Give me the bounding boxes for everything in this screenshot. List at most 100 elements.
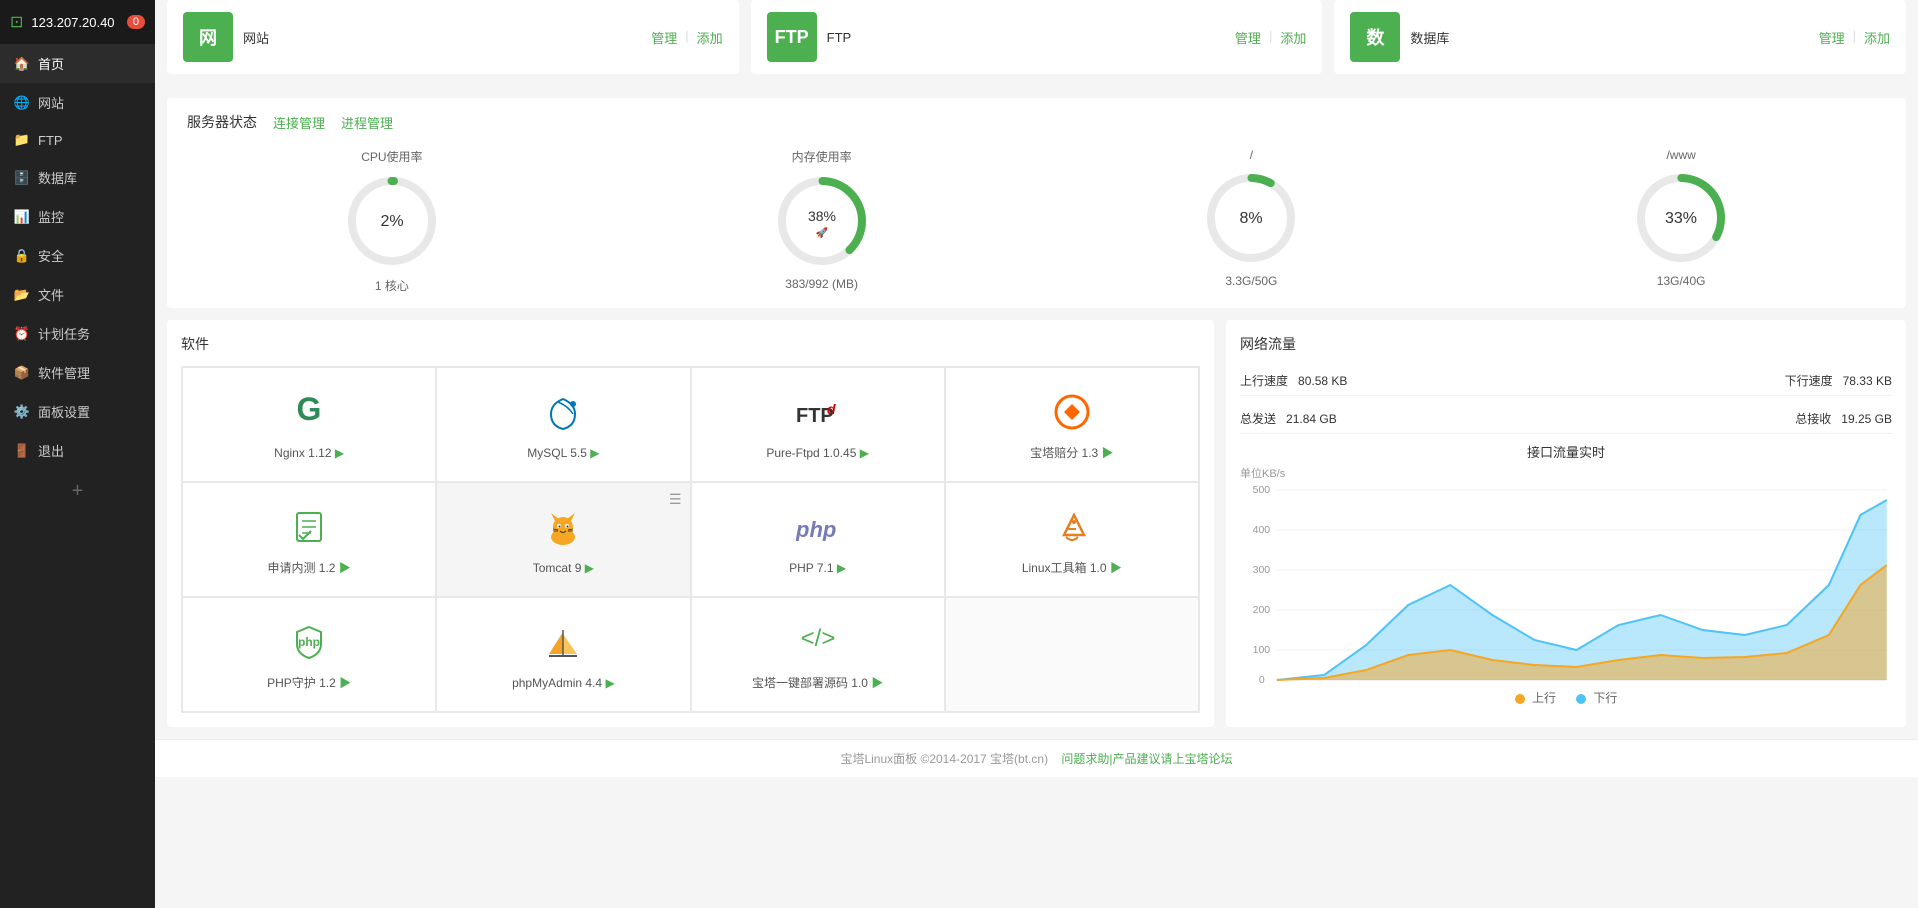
sidebar-label-ftp: FTP — [38, 133, 63, 148]
svg-text:500: 500 — [1253, 485, 1271, 496]
files-icon: 📂 — [14, 287, 30, 303]
svg-text:</>: </> — [800, 625, 835, 652]
software-item-bt[interactable]: 宝塔赔分 1.3 ▶ — [945, 367, 1199, 482]
add-icon: + — [72, 480, 84, 503]
software-item-ftpd[interactable]: FTP d Pure-Ftpd 1.0.45 ▶ — [691, 367, 945, 482]
ftp-sep: | — [1269, 28, 1272, 47]
memory-label: 内存使用率 — [792, 148, 852, 165]
sidebar-label-files: 文件 — [38, 285, 64, 304]
svg-text:100: 100 — [1253, 645, 1271, 656]
software-item-php[interactable]: php PHP 7.1 ▶ — [691, 482, 945, 597]
sidebar-item-database[interactable]: 🗄️ 数据库 — [0, 158, 155, 197]
software-item-phpmyadmin[interactable]: phpMyAdmin 4.4 ▶ — [436, 597, 690, 712]
ftp-card-icon: FTP — [767, 12, 817, 62]
disk-www-gauge-svg: 33% — [1631, 168, 1731, 268]
upload-dot — [1515, 694, 1525, 704]
mysql-name: MySQL 5.5 ▶ — [527, 446, 599, 460]
disk-www-gauge: /www 33% 13G/40G — [1631, 148, 1731, 294]
svg-text:38%: 38% — [808, 208, 836, 224]
chart-unit: 单位KB/s — [1240, 465, 1892, 481]
monitor-icon: ⊡ — [10, 12, 23, 32]
software-item-tomcat[interactable]: ☰ — [436, 482, 690, 597]
download-speed: 下行速度 78.33 KB — [1785, 372, 1892, 389]
disk-www-sub: 13G/40G — [1657, 274, 1706, 288]
svg-text:200: 200 — [1253, 605, 1271, 616]
sidebar-item-files[interactable]: 📂 文件 — [0, 275, 155, 314]
upload-speed: 上行速度 80.58 KB — [1240, 372, 1347, 389]
cpu-sub: 1 核心 — [375, 277, 409, 294]
bottom-content: 软件 G Nginx 1.12 ▶ — [167, 320, 1906, 727]
software-item-nginx[interactable]: G Nginx 1.12 ▶ — [182, 367, 436, 482]
ftp-card: FTP FTP 管理 | 添加 — [751, 0, 1323, 74]
phpguard-name: PHP守护 1.2 ▶ — [267, 674, 351, 691]
network-title: 网络流量 — [1240, 334, 1892, 354]
software-item-mysql[interactable]: MySQL 5.5 ▶ — [436, 367, 690, 482]
sidebar-item-cron[interactable]: ⏰ 计划任务 — [0, 314, 155, 353]
sidebar-label-home: 首页 — [38, 54, 64, 73]
db-sep: | — [1853, 28, 1856, 47]
phpguard-icon: php — [285, 618, 333, 666]
sidebar: ⊡ 123.207.20.40 0 🏠 首页 🌐 网站 📁 FTP 🗄️ 数据库… — [0, 0, 155, 908]
legend-upload: 上行 — [1515, 689, 1556, 706]
db-manage-link[interactable]: 管理 — [1819, 28, 1845, 47]
sidebar-label-logout: 退出 — [38, 441, 64, 460]
upload-label: 上行速度 — [1240, 374, 1288, 388]
disk-root-gauge-svg: 8% — [1201, 168, 1301, 268]
phpmyadmin-name: phpMyAdmin 4.4 ▶ — [512, 676, 615, 690]
download-value: 78.33 KB — [1843, 374, 1892, 388]
memory-sub: 383/992 (MB) — [785, 277, 858, 291]
sidebar-item-security[interactable]: 🔒 安全 — [0, 236, 155, 275]
software-item-apply[interactable]: 申请内测 1.2 ▶ — [182, 482, 436, 597]
software-empty — [945, 597, 1199, 712]
chart-title: 接口流量实时 — [1240, 442, 1892, 461]
download-dot — [1576, 694, 1586, 704]
website-card-icon: 网 — [183, 12, 233, 62]
ftp-add-link[interactable]: 添加 — [1280, 28, 1306, 47]
website-card-left: 网 网站 — [183, 12, 269, 62]
total-send: 总发送 21.84 GB — [1240, 410, 1337, 427]
website-add-link[interactable]: 添加 — [697, 28, 723, 47]
software-item-deploy[interactable]: </> 宝塔一键部署源码 1.0 ▶ — [691, 597, 945, 712]
website-manage-link[interactable]: 管理 — [651, 28, 677, 47]
sw-menu-icon[interactable]: ☰ — [669, 491, 682, 508]
deploy-name: 宝塔一键部署源码 1.0 ▶ — [752, 674, 883, 691]
network-panel: 网络流量 上行速度 80.58 KB 下行速度 78.33 KB 总发送 21.… — [1226, 320, 1906, 727]
website-card-title: 网站 — [243, 28, 269, 47]
disk-root-gauge: / 8% 3.3G/50G — [1201, 148, 1301, 294]
sidebar-add-button[interactable]: + — [0, 470, 155, 513]
cpu-gauge: CPU使用率 2% 1 核心 — [342, 148, 442, 294]
svg-text:d: d — [827, 401, 836, 417]
cron-icon: ⏰ — [14, 326, 30, 342]
sidebar-item-software[interactable]: 📦 软件管理 — [0, 353, 155, 392]
footer: 宝塔Linux面板 ©2014-2017 宝塔(bt.cn) 问题求助|产品建议… — [155, 739, 1918, 777]
sidebar-item-panel-settings[interactable]: ⚙️ 面板设置 — [0, 392, 155, 431]
sidebar-item-logout[interactable]: 🚪 退出 — [0, 431, 155, 470]
sidebar-item-monitor[interactable]: 📊 监控 — [0, 197, 155, 236]
tomcat-icon — [539, 505, 587, 553]
software-item-phpguard[interactable]: php PHP守护 1.2 ▶ — [182, 597, 436, 712]
db-add-link[interactable]: 添加 — [1864, 28, 1890, 47]
mysql-icon — [539, 390, 587, 438]
svg-text:400: 400 — [1253, 525, 1271, 536]
software-panel: 软件 G Nginx 1.12 ▶ — [167, 320, 1214, 727]
sidebar-item-website[interactable]: 🌐 网站 — [0, 83, 155, 122]
connection-manage-link[interactable]: 连接管理 — [273, 113, 325, 132]
php-icon: php — [794, 505, 842, 553]
sidebar-item-ftp[interactable]: 📁 FTP — [0, 122, 155, 158]
svg-text:2%: 2% — [380, 213, 403, 230]
software-item-tools[interactable]: Linux工具箱 1.0 ▶ — [945, 482, 1199, 597]
server-ip: 123.207.20.40 — [31, 15, 118, 30]
apply-icon — [285, 503, 333, 551]
tools-name: Linux工具箱 1.0 ▶ — [1022, 559, 1122, 576]
status-title: 服务器状态 — [187, 112, 257, 132]
db-card: 数 数据库 管理 | 添加 — [1334, 0, 1906, 74]
sidebar-item-home[interactable]: 🏠 首页 — [0, 44, 155, 83]
total-recv-label: 总接收 — [1795, 412, 1831, 426]
svg-text:33%: 33% — [1665, 210, 1697, 227]
ftp-manage-link[interactable]: 管理 — [1235, 28, 1261, 47]
network-stats-upload: 上行速度 80.58 KB 下行速度 78.33 KB — [1240, 366, 1892, 396]
process-manage-link[interactable]: 进程管理 — [341, 113, 393, 132]
chart-legend: 上行 下行 — [1240, 689, 1892, 706]
footer-link[interactable]: 问题求助|产品建议请上宝塔论坛 — [1061, 752, 1232, 766]
db-card-icon: 数 — [1350, 12, 1400, 62]
